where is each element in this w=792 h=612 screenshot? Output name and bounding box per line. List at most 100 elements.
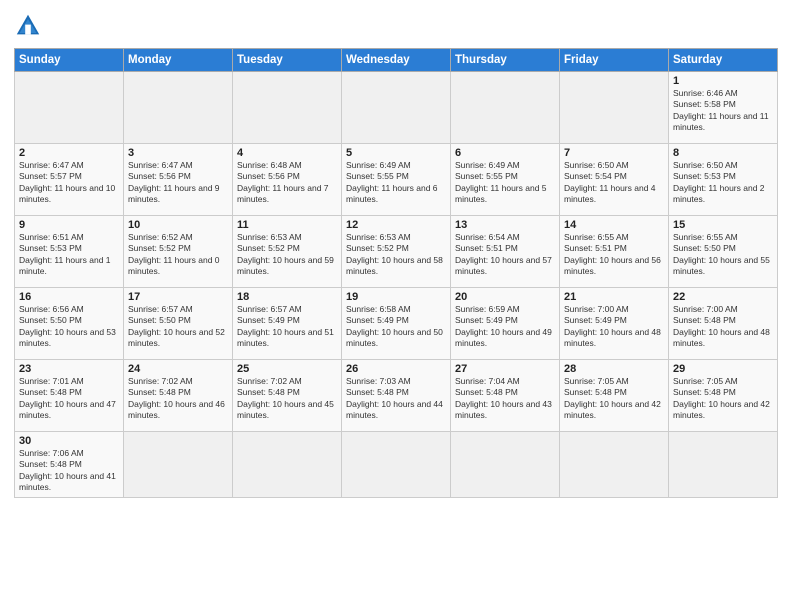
day-info: Sunrise: 7:00 AMSunset: 5:48 PMDaylight:… — [673, 304, 773, 350]
day-number: 4 — [237, 147, 337, 159]
day-number: 7 — [564, 147, 664, 159]
day-info: Sunrise: 7:03 AMSunset: 5:48 PMDaylight:… — [346, 376, 446, 422]
day-number: 5 — [346, 147, 446, 159]
calendar-cell: 21Sunrise: 7:00 AMSunset: 5:49 PMDayligh… — [560, 288, 669, 360]
calendar-cell — [124, 432, 233, 498]
calendar-cell: 14Sunrise: 6:55 AMSunset: 5:51 PMDayligh… — [560, 216, 669, 288]
calendar-cell: 7Sunrise: 6:50 AMSunset: 5:54 PMDaylight… — [560, 144, 669, 216]
calendar-cell: 25Sunrise: 7:02 AMSunset: 5:48 PMDayligh… — [233, 360, 342, 432]
day-number: 9 — [19, 219, 119, 231]
calendar-cell — [560, 72, 669, 144]
calendar-cell: 12Sunrise: 6:53 AMSunset: 5:52 PMDayligh… — [342, 216, 451, 288]
calendar-cell: 13Sunrise: 6:54 AMSunset: 5:51 PMDayligh… — [451, 216, 560, 288]
page: SundayMondayTuesdayWednesdayThursdayFrid… — [0, 0, 792, 612]
week-row-3: 9Sunrise: 6:51 AMSunset: 5:53 PMDaylight… — [15, 216, 778, 288]
day-info: Sunrise: 7:04 AMSunset: 5:48 PMDaylight:… — [455, 376, 555, 422]
week-row-4: 16Sunrise: 6:56 AMSunset: 5:50 PMDayligh… — [15, 288, 778, 360]
calendar-cell: 5Sunrise: 6:49 AMSunset: 5:55 PMDaylight… — [342, 144, 451, 216]
calendar-cell — [342, 72, 451, 144]
day-info: Sunrise: 6:47 AMSunset: 5:57 PMDaylight:… — [19, 160, 119, 206]
week-row-2: 2Sunrise: 6:47 AMSunset: 5:57 PMDaylight… — [15, 144, 778, 216]
calendar-cell — [560, 432, 669, 498]
weekday-header-wednesday: Wednesday — [342, 49, 451, 72]
weekday-header-monday: Monday — [124, 49, 233, 72]
day-info: Sunrise: 6:46 AMSunset: 5:58 PMDaylight:… — [673, 88, 773, 134]
day-number: 10 — [128, 219, 228, 231]
calendar-cell: 22Sunrise: 7:00 AMSunset: 5:48 PMDayligh… — [669, 288, 778, 360]
day-info: Sunrise: 6:55 AMSunset: 5:51 PMDaylight:… — [564, 232, 664, 278]
calendar-cell: 1Sunrise: 6:46 AMSunset: 5:58 PMDaylight… — [669, 72, 778, 144]
day-number: 8 — [673, 147, 773, 159]
day-number: 16 — [19, 291, 119, 303]
day-number: 13 — [455, 219, 555, 231]
calendar-cell: 29Sunrise: 7:05 AMSunset: 5:48 PMDayligh… — [669, 360, 778, 432]
day-number: 17 — [128, 291, 228, 303]
day-number: 19 — [346, 291, 446, 303]
day-info: Sunrise: 6:54 AMSunset: 5:51 PMDaylight:… — [455, 232, 555, 278]
day-number: 12 — [346, 219, 446, 231]
day-number: 24 — [128, 363, 228, 375]
day-info: Sunrise: 6:55 AMSunset: 5:50 PMDaylight:… — [673, 232, 773, 278]
calendar-cell: 20Sunrise: 6:59 AMSunset: 5:49 PMDayligh… — [451, 288, 560, 360]
logo — [14, 12, 46, 40]
calendar-cell — [233, 72, 342, 144]
day-info: Sunrise: 6:49 AMSunset: 5:55 PMDaylight:… — [455, 160, 555, 206]
day-info: Sunrise: 6:50 AMSunset: 5:53 PMDaylight:… — [673, 160, 773, 206]
day-info: Sunrise: 7:05 AMSunset: 5:48 PMDaylight:… — [673, 376, 773, 422]
calendar-cell: 16Sunrise: 6:56 AMSunset: 5:50 PMDayligh… — [15, 288, 124, 360]
calendar-cell — [124, 72, 233, 144]
day-number: 18 — [237, 291, 337, 303]
day-info: Sunrise: 6:51 AMSunset: 5:53 PMDaylight:… — [19, 232, 119, 278]
calendar-cell — [669, 432, 778, 498]
calendar-cell: 11Sunrise: 6:53 AMSunset: 5:52 PMDayligh… — [233, 216, 342, 288]
day-info: Sunrise: 6:48 AMSunset: 5:56 PMDaylight:… — [237, 160, 337, 206]
day-number: 28 — [564, 363, 664, 375]
weekday-header-friday: Friday — [560, 49, 669, 72]
day-number: 21 — [564, 291, 664, 303]
day-info: Sunrise: 6:47 AMSunset: 5:56 PMDaylight:… — [128, 160, 228, 206]
day-info: Sunrise: 6:59 AMSunset: 5:49 PMDaylight:… — [455, 304, 555, 350]
day-number: 2 — [19, 147, 119, 159]
week-row-1: 1Sunrise: 6:46 AMSunset: 5:58 PMDaylight… — [15, 72, 778, 144]
calendar-cell: 19Sunrise: 6:58 AMSunset: 5:49 PMDayligh… — [342, 288, 451, 360]
day-number: 25 — [237, 363, 337, 375]
calendar-cell: 3Sunrise: 6:47 AMSunset: 5:56 PMDaylight… — [124, 144, 233, 216]
day-info: Sunrise: 6:53 AMSunset: 5:52 PMDaylight:… — [346, 232, 446, 278]
day-info: Sunrise: 6:56 AMSunset: 5:50 PMDaylight:… — [19, 304, 119, 350]
calendar-cell: 2Sunrise: 6:47 AMSunset: 5:57 PMDaylight… — [15, 144, 124, 216]
day-info: Sunrise: 6:57 AMSunset: 5:49 PMDaylight:… — [237, 304, 337, 350]
day-info: Sunrise: 6:53 AMSunset: 5:52 PMDaylight:… — [237, 232, 337, 278]
day-number: 6 — [455, 147, 555, 159]
day-number: 14 — [564, 219, 664, 231]
day-info: Sunrise: 6:49 AMSunset: 5:55 PMDaylight:… — [346, 160, 446, 206]
calendar-cell — [451, 72, 560, 144]
calendar-cell — [342, 432, 451, 498]
logo-icon — [14, 12, 42, 40]
calendar-cell — [451, 432, 560, 498]
calendar: SundayMondayTuesdayWednesdayThursdayFrid… — [14, 48, 778, 498]
week-row-5: 23Sunrise: 7:01 AMSunset: 5:48 PMDayligh… — [15, 360, 778, 432]
calendar-cell — [15, 72, 124, 144]
weekday-header-thursday: Thursday — [451, 49, 560, 72]
day-info: Sunrise: 6:52 AMSunset: 5:52 PMDaylight:… — [128, 232, 228, 278]
day-number: 11 — [237, 219, 337, 231]
day-number: 30 — [19, 435, 119, 447]
calendar-cell: 10Sunrise: 6:52 AMSunset: 5:52 PMDayligh… — [124, 216, 233, 288]
calendar-cell: 15Sunrise: 6:55 AMSunset: 5:50 PMDayligh… — [669, 216, 778, 288]
weekday-header-saturday: Saturday — [669, 49, 778, 72]
day-info: Sunrise: 7:02 AMSunset: 5:48 PMDaylight:… — [128, 376, 228, 422]
day-number: 20 — [455, 291, 555, 303]
weekday-header-tuesday: Tuesday — [233, 49, 342, 72]
calendar-cell: 24Sunrise: 7:02 AMSunset: 5:48 PMDayligh… — [124, 360, 233, 432]
day-info: Sunrise: 6:58 AMSunset: 5:49 PMDaylight:… — [346, 304, 446, 350]
day-number: 3 — [128, 147, 228, 159]
calendar-cell: 23Sunrise: 7:01 AMSunset: 5:48 PMDayligh… — [15, 360, 124, 432]
day-info: Sunrise: 7:00 AMSunset: 5:49 PMDaylight:… — [564, 304, 664, 350]
calendar-cell: 9Sunrise: 6:51 AMSunset: 5:53 PMDaylight… — [15, 216, 124, 288]
calendar-cell: 4Sunrise: 6:48 AMSunset: 5:56 PMDaylight… — [233, 144, 342, 216]
day-info: Sunrise: 7:01 AMSunset: 5:48 PMDaylight:… — [19, 376, 119, 422]
day-number: 23 — [19, 363, 119, 375]
day-number: 29 — [673, 363, 773, 375]
week-row-6: 30Sunrise: 7:06 AMSunset: 5:48 PMDayligh… — [15, 432, 778, 498]
day-info: Sunrise: 7:02 AMSunset: 5:48 PMDaylight:… — [237, 376, 337, 422]
